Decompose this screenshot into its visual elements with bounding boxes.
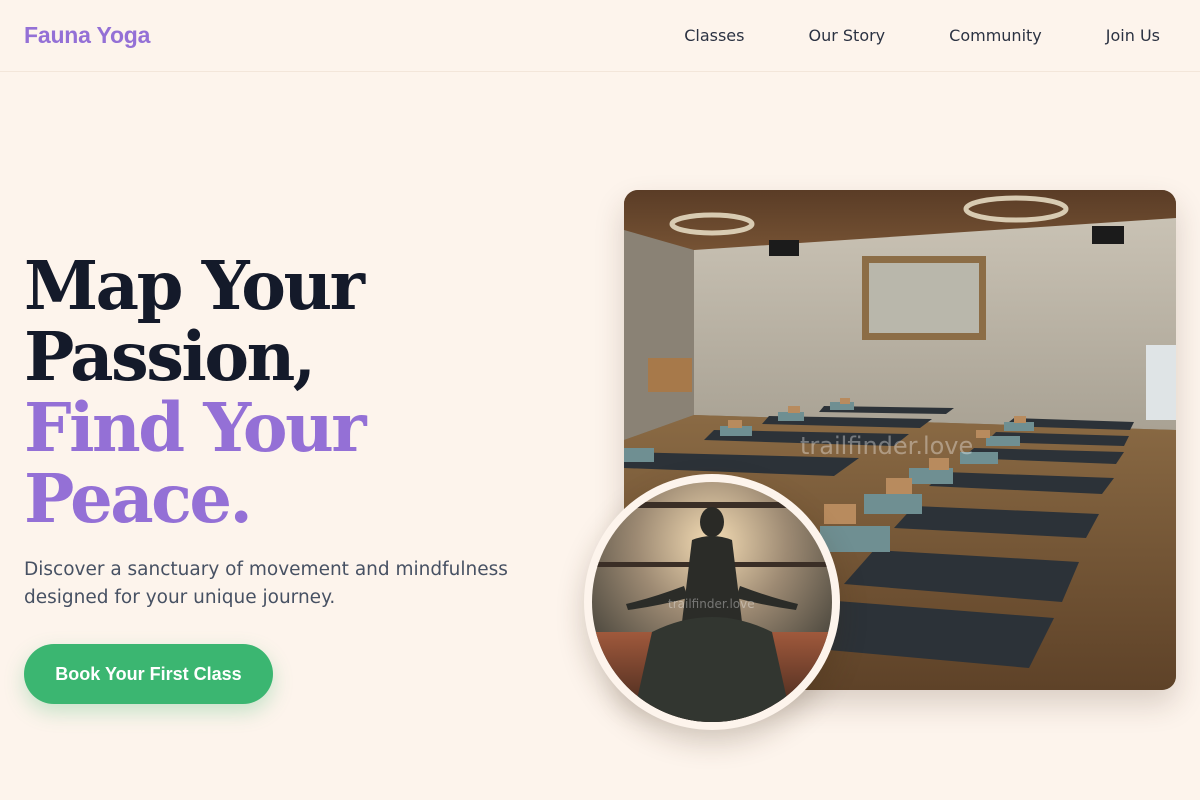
hero-headline: Map Your Passion, Find Your Peace. xyxy=(24,250,604,534)
meditation-photo: trailfinder.love xyxy=(592,482,832,722)
headline-line-1: Map Your xyxy=(24,246,365,325)
nav-link-join-us[interactable]: Join Us xyxy=(1106,26,1160,45)
hero-subtext: Discover a sanctuary of movement and min… xyxy=(24,559,508,608)
headline-accent-line: Find Your Peace. xyxy=(24,388,367,538)
nav-link-our-story[interactable]: Our Story xyxy=(808,26,885,45)
main-photo-watermark: trailfinder.love xyxy=(800,432,973,460)
headline-line-2: Passion, xyxy=(24,317,316,396)
brand-logo[interactable]: Fauna Yoga xyxy=(24,22,150,49)
nav-link-community[interactable]: Community xyxy=(949,26,1042,45)
round-photo-watermark: trailfinder.love xyxy=(668,597,755,611)
nav-link-classes[interactable]: Classes xyxy=(684,26,744,45)
meditation-photo-frame: trailfinder.love xyxy=(584,474,840,730)
nav-links: Classes Our Story Community Join Us xyxy=(684,26,1160,45)
top-navbar: Fauna Yoga Classes Our Story Community J… xyxy=(0,0,1200,72)
hero-text-block: Map Your Passion, Find Your Peace. Disco… xyxy=(24,250,604,704)
book-first-class-button[interactable]: Book Your First Class xyxy=(24,644,273,704)
